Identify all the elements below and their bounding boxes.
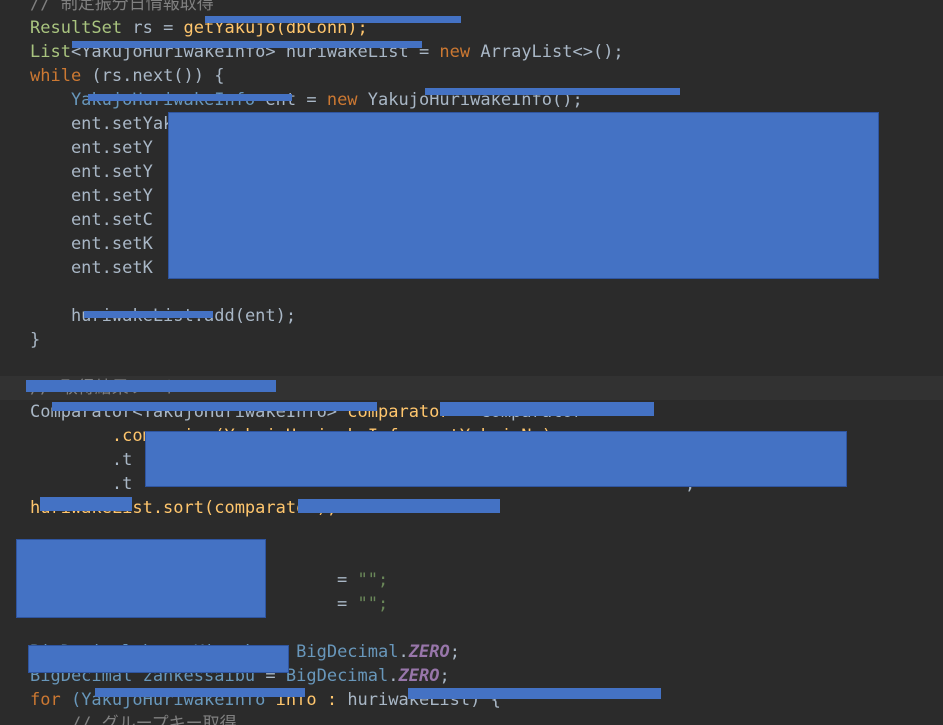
redaction-bar <box>95 688 305 697</box>
redaction-bar <box>440 402 654 416</box>
code-line[interactable]: // 制定振分日情報取得 <box>0 0 214 16</box>
code-line[interactable]: ent.setY <box>0 184 153 208</box>
code-token: (rs.next()) { <box>91 66 225 86</box>
code-token: ArrayList<>(); <box>480 42 624 62</box>
code-token: ent.setC <box>30 210 153 230</box>
code-line[interactable] <box>0 280 30 304</box>
code-token: . <box>388 666 399 686</box>
code-token: BigDecimal <box>296 642 399 662</box>
code-token: // 制定振分日情報取得 <box>30 0 214 14</box>
code-token: .t <box>30 450 133 470</box>
code-token: } <box>30 330 41 350</box>
redaction-bar <box>425 88 680 95</box>
code-line[interactable]: while (rs.next()) { <box>0 64 224 88</box>
code-token: ZERO <box>408 642 450 662</box>
code-token: ent.setY <box>30 186 153 206</box>
code-token: . <box>398 642 409 662</box>
code-line[interactable]: ent.setC <box>0 208 153 232</box>
code-token: ZERO <box>398 666 440 686</box>
redaction-bar <box>298 499 500 513</box>
code-line[interactable] <box>0 616 30 640</box>
code-line[interactable] <box>0 352 30 376</box>
code-token: ent.setY <box>30 138 153 158</box>
code-token: // グループキー取得 <box>30 714 237 725</box>
redaction-bar <box>26 380 276 392</box>
redaction-bar <box>88 94 292 101</box>
code-token: while <box>30 66 92 86</box>
redaction-bar <box>84 311 213 318</box>
code-token: List <box>30 42 71 62</box>
code-line[interactable]: ent.setK <box>0 256 153 280</box>
code-token: .t <box>30 474 133 494</box>
code-editor[interactable]: // 制定振分日情報取得 ResultSet rs = getYakujo(dbC… <box>0 0 943 725</box>
redaction-bar <box>40 497 132 511</box>
code-line[interactable]: .t <box>0 448 132 472</box>
redaction-box <box>16 539 266 618</box>
code-line[interactable]: ent.setY <box>0 160 153 184</box>
redaction-bar <box>205 16 461 23</box>
code-token: ; <box>439 666 450 686</box>
code-token: new <box>439 42 481 62</box>
code-token: ent.setK <box>30 234 153 254</box>
code-token: ""; <box>357 570 389 590</box>
redaction-bar <box>408 688 661 699</box>
code-token: for <box>30 690 71 710</box>
code-line[interactable]: // グループキー取得 <box>0 712 237 725</box>
code-token: new <box>326 90 368 110</box>
redaction-box <box>145 431 847 487</box>
code-token: BigDecimal <box>285 666 389 686</box>
code-token: ent.setK <box>30 258 153 278</box>
code-line[interactable]: ent.setK <box>0 232 153 256</box>
code-token: ""; <box>357 594 389 614</box>
code-line[interactable]: } <box>0 328 40 352</box>
redaction-box <box>168 112 879 279</box>
redaction-box <box>28 645 289 673</box>
code-token: ResultSet <box>30 18 123 38</box>
code-line[interactable]: ent.setY <box>0 136 153 160</box>
code-token: rs = <box>122 18 184 38</box>
code-token: ; <box>449 642 460 662</box>
redaction-bar <box>52 402 377 411</box>
code-token: ent.setY <box>30 162 153 182</box>
redaction-bar <box>72 41 422 48</box>
